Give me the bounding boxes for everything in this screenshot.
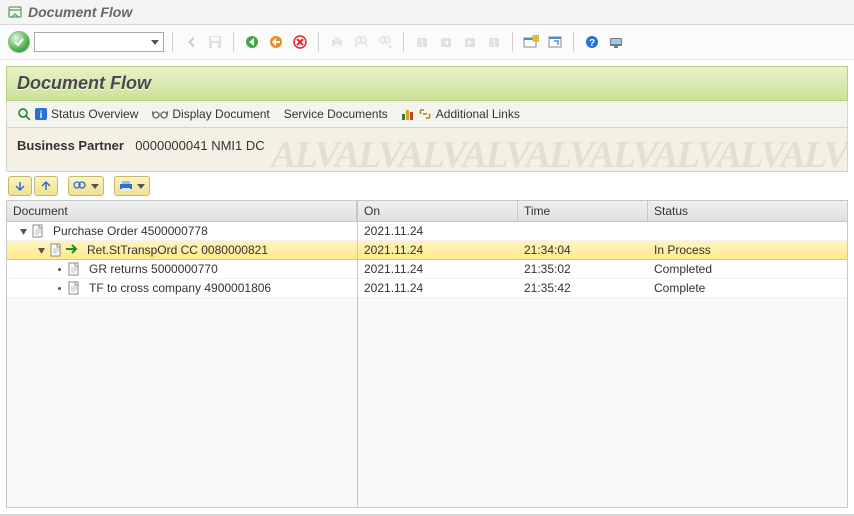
- print-tree-button[interactable]: [114, 176, 150, 196]
- bar-chart-icon: [402, 108, 414, 120]
- cell-status: In Process: [648, 243, 847, 257]
- customize-layout-icon[interactable]: [606, 32, 626, 52]
- display-document-label: Display Document: [172, 107, 269, 121]
- back-icon[interactable]: [242, 32, 262, 52]
- tree-expander[interactable]: [35, 246, 47, 255]
- page-title: Document Flow: [6, 66, 848, 101]
- data-row[interactable]: 2021.11.24: [358, 222, 847, 241]
- cell-time: 21:35:42: [518, 281, 648, 295]
- tree-row-label: GR returns 5000000770: [83, 262, 224, 276]
- document-icon: [49, 243, 63, 257]
- expand-all-button[interactable]: [8, 176, 32, 196]
- first-page-icon[interactable]: [412, 32, 432, 52]
- last-page-icon[interactable]: [484, 32, 504, 52]
- status-overview-label: Status Overview: [51, 107, 138, 121]
- tree-expander[interactable]: [17, 227, 29, 236]
- search-tree-button[interactable]: [68, 176, 104, 196]
- window-title: Document Flow: [28, 4, 132, 20]
- column-header-on[interactable]: On: [358, 201, 518, 222]
- cell-status: Completed: [648, 262, 847, 276]
- service-documents-button[interactable]: Service Documents: [284, 107, 388, 121]
- next-page-icon[interactable]: [460, 32, 480, 52]
- service-documents-label: Service Documents: [284, 107, 388, 121]
- column-header-status[interactable]: Status: [648, 201, 847, 222]
- tree-toolbar: [6, 174, 848, 198]
- additional-links-button[interactable]: Additional Links: [402, 107, 520, 121]
- window-title-bar: Document Flow: [0, 0, 854, 25]
- tree-row[interactable]: TF to cross company 4900001806: [7, 279, 357, 298]
- tree-row-label: TF to cross company 4900001806: [83, 281, 277, 295]
- main-toolbar: ?: [0, 25, 854, 60]
- tree-row-label: Ret.StTranspOrd CC 0080000821: [81, 243, 274, 257]
- data-row[interactable]: 2021.11.2421:35:02Completed: [358, 260, 847, 279]
- magnifier-icon: [17, 107, 31, 121]
- link-icon: [418, 108, 432, 120]
- command-field[interactable]: [34, 32, 164, 52]
- tree-row[interactable]: Purchase Order 4500000778: [7, 222, 357, 241]
- arrow-right-icon: [65, 243, 79, 257]
- info-icon: i: [35, 108, 47, 120]
- cell-time: 21:35:02: [518, 262, 648, 276]
- find-icon[interactable]: [351, 32, 371, 52]
- tree-row[interactable]: GR returns 5000000770: [7, 260, 357, 279]
- data-row[interactable]: 2021.11.2421:34:04In Process: [358, 241, 847, 260]
- find-next-icon[interactable]: [375, 32, 395, 52]
- enter-button[interactable]: [8, 31, 30, 53]
- watermark: ALVALVALVALVALVALVALVALVALV: [7, 133, 847, 172]
- window: Document Flow: [0, 0, 854, 516]
- save-icon[interactable]: [205, 32, 225, 52]
- cell-on: 2021.11.24: [358, 243, 518, 257]
- data-row[interactable]: 2021.11.2421:35:42Complete: [358, 279, 847, 298]
- cell-on: 2021.11.24: [358, 281, 518, 295]
- additional-links-label: Additional Links: [436, 107, 520, 121]
- data-pane: On Time Status 2021.11.242021.11.2421:34…: [357, 201, 847, 507]
- application-toolbar: i Status Overview Display Document Servi…: [6, 101, 848, 128]
- help-icon[interactable]: ?: [582, 32, 602, 52]
- business-partner-banner: ALVALVALVALVALVALVALVALVALV Business Par…: [6, 128, 848, 172]
- new-session-icon[interactable]: [521, 32, 541, 52]
- display-document-button[interactable]: Display Document: [152, 107, 269, 121]
- cancel-icon[interactable]: [290, 32, 310, 52]
- cell-time: 21:34:04: [518, 243, 648, 257]
- tree-row[interactable]: Ret.StTranspOrd CC 0080000821: [7, 241, 357, 260]
- column-header-document[interactable]: Document: [7, 201, 357, 222]
- svg-text:?: ?: [589, 38, 595, 49]
- column-header-time[interactable]: Time: [518, 201, 648, 222]
- exit-icon[interactable]: [266, 32, 286, 52]
- status-overview-button[interactable]: i Status Overview: [17, 107, 138, 121]
- svg-text:i: i: [40, 110, 43, 120]
- cell-on: 2021.11.24: [358, 262, 518, 276]
- tree-expander[interactable]: [53, 265, 65, 274]
- tree-pane: Document Purchase Order 4500000778 Ret.St…: [7, 201, 357, 507]
- app-menu-icon[interactable]: [8, 5, 22, 19]
- business-partner-value: 0000000041 NMI1 DC: [135, 138, 264, 153]
- collapse-all-button[interactable]: [34, 176, 58, 196]
- glasses-icon: [152, 108, 168, 120]
- tree-expander[interactable]: [53, 284, 65, 293]
- document-icon: [67, 262, 81, 276]
- business-partner-label: Business Partner: [17, 138, 124, 153]
- document-icon: [31, 224, 45, 238]
- cell-status: Complete: [648, 281, 847, 295]
- back-left-icon[interactable]: [181, 32, 201, 52]
- cell-on: 2021.11.24: [358, 224, 518, 238]
- document-icon: [67, 281, 81, 295]
- print-icon[interactable]: [327, 32, 347, 52]
- create-shortcut-icon[interactable]: [545, 32, 565, 52]
- document-flow-grid: Document Purchase Order 4500000778 Ret.St…: [6, 200, 848, 508]
- prev-page-icon[interactable]: [436, 32, 456, 52]
- tree-row-label: Purchase Order 4500000778: [47, 224, 214, 238]
